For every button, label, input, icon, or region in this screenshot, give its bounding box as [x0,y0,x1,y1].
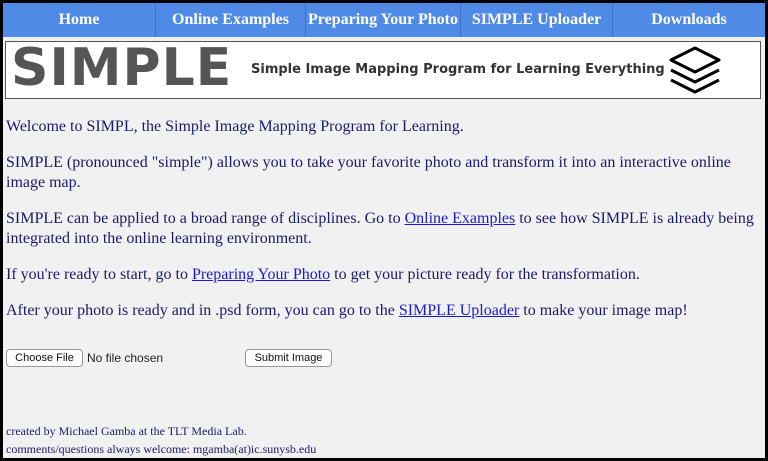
preparing-photo-link[interactable]: Preparing Your Photo [192,266,330,283]
file-status: No file chosen [87,351,164,365]
disciplines-paragraph: SIMPLE can be applied to a broad range o… [6,210,754,247]
start-paragraph: If you're ready to start, go to Preparin… [6,266,640,283]
uploader-paragraph: After your photo is ready and in .psd fo… [6,302,688,319]
submit-image-button[interactable]: Submit Image [245,349,332,367]
nav-simple-uploader[interactable]: SIMPLE Uploader [461,3,613,37]
top-nav: Home Online Examples Preparing Your Phot… [3,3,765,37]
online-examples-link[interactable]: Online Examples [405,210,516,227]
site-tagline: Simple Image Mapping Program for Learnin… [251,62,665,77]
page-frame: Home Online Examples Preparing Your Phot… [3,3,765,458]
simple-uploader-link[interactable]: SIMPLE Uploader [399,302,519,319]
layers-icon [669,46,721,94]
credit-text: created by Michael Gamba at the TLT Medi… [6,424,247,438]
site-header: SIMPLE Simple Image Mapping Program for … [5,38,761,99]
nav-downloads[interactable]: Downloads [613,3,765,37]
page-footer: created by Michael Gamba at the TLT Medi… [6,422,316,458]
welcome-paragraph: Welcome to SIMPL, the Simple Image Mappi… [6,118,464,135]
contact-text: comments/questions always welcome: mgamb… [6,442,317,456]
site-logo: SIMPLE [11,38,233,98]
nav-preparing-your-photo[interactable]: Preparing Your Photo [306,3,461,37]
main-content: Welcome to SIMPL, the Simple Image Mappi… [6,117,756,337]
choose-file-button[interactable]: Choose File [6,349,83,367]
nav-home[interactable]: Home [3,3,156,37]
intro-paragraph: SIMPLE (pronounced "simple") allows you … [6,154,731,191]
nav-online-examples[interactable]: Online Examples [156,3,306,37]
